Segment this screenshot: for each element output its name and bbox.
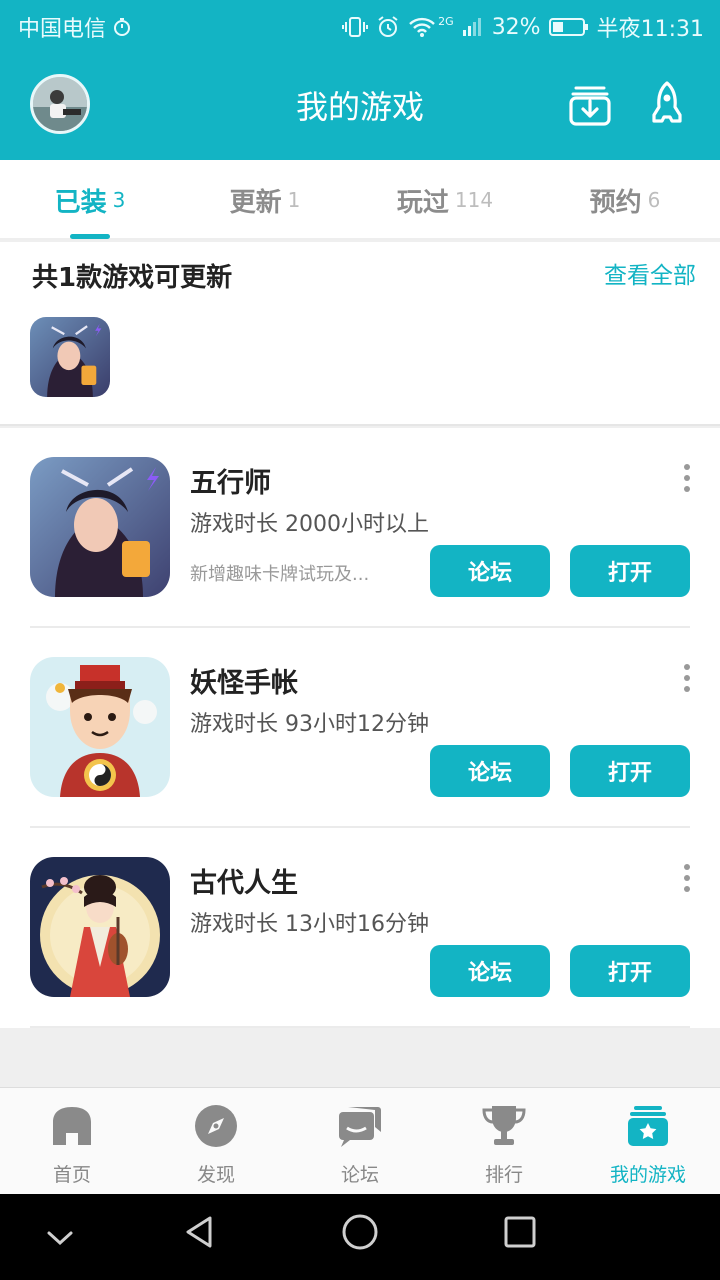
nav-label: 首页 <box>52 1164 91 1186</box>
game-name: 五行师 <box>190 468 271 499</box>
battery-percent: 32% <box>491 14 541 40</box>
open-button[interactable]: 打开 <box>570 745 690 797</box>
timer-icon <box>114 18 131 36</box>
battery-icon <box>548 18 588 36</box>
chevron-down-icon[interactable] <box>44 1222 76 1254</box>
game-icon[interactable] <box>30 657 170 797</box>
bottom-nav: 首页 发现 论坛 排行 我的游戏 <box>0 1087 720 1194</box>
update-note: 新增趣味卡牌试玩及... <box>190 564 370 585</box>
system-nav-bar <box>0 1194 720 1280</box>
nav-home[interactable]: 首页 <box>0 1088 144 1195</box>
tab-label: 更新 <box>229 187 282 218</box>
wuxingshi-art <box>30 317 110 397</box>
tab-label: 已装 <box>54 187 107 218</box>
gudairensheng-art <box>30 857 170 997</box>
nav-discover[interactable]: 发现 <box>144 1088 288 1195</box>
compass-icon <box>195 1105 237 1147</box>
tab-updates[interactable]: 更新 1 <box>175 160 355 240</box>
active-tab-indicator <box>70 234 110 239</box>
play-time: 游戏时长 13小时16分钟 <box>190 912 429 937</box>
game-icon[interactable] <box>30 457 170 597</box>
game-list: 五行师 游戏时长 2000小时以上 新增趣味卡牌试玩及... 论坛 打开 妖怪手… <box>0 428 720 1028</box>
tab-count: 114 <box>454 188 494 212</box>
nav-label: 发现 <box>196 1164 235 1186</box>
nav-my-games[interactable]: 我的游戏 <box>576 1088 720 1195</box>
nav-label: 我的游戏 <box>609 1164 686 1186</box>
tab-count: 6 <box>647 188 661 212</box>
nav-forum[interactable]: 论坛 <box>288 1088 432 1195</box>
play-time: 游戏时长 2000小时以上 <box>190 512 429 537</box>
back-icon[interactable] <box>182 1214 218 1250</box>
tab-count: 1 <box>287 188 301 212</box>
app-header: 我的游戏 <box>0 50 720 160</box>
view-all-link[interactable]: 查看全部 <box>604 256 696 290</box>
carrier-label: 中国电信 <box>18 17 107 42</box>
trophy-icon <box>482 1106 526 1145</box>
clock: 半夜11:31 <box>596 17 704 42</box>
home-circle-icon[interactable] <box>341 1213 379 1251</box>
tab-installed[interactable]: 已装 3 <box>0 160 180 240</box>
tab-bar: 已装 3 更新 1 玩过 114 预约 6 <box>0 160 720 240</box>
game-icon[interactable] <box>30 857 170 997</box>
network-type: 2G <box>438 14 454 28</box>
more-options-icon[interactable] <box>672 660 702 696</box>
game-row[interactable]: 妖怪手帐 游戏时长 93小时12分钟 论坛 打开 <box>0 628 720 828</box>
alarm-icon <box>378 16 398 37</box>
vibrate-icon <box>342 17 369 37</box>
home-icon <box>53 1107 91 1145</box>
play-time: 游戏时长 93小时12分钟 <box>190 712 429 737</box>
open-button[interactable]: 打开 <box>570 545 690 597</box>
open-button[interactable]: 打开 <box>570 945 690 997</box>
my-games-icon <box>628 1106 668 1146</box>
tab-label: 预约 <box>589 187 642 218</box>
forum-button[interactable]: 论坛 <box>430 945 550 997</box>
forum-button[interactable]: 论坛 <box>430 745 550 797</box>
forum-button[interactable]: 论坛 <box>430 545 550 597</box>
game-row[interactable]: 古代人生 游戏时长 13小时16分钟 论坛 打开 <box>0 828 720 1028</box>
update-game-icon[interactable] <box>30 317 110 397</box>
tab-count: 3 <box>112 188 126 212</box>
rocket-icon <box>652 81 682 123</box>
wuxingshi-art <box>30 457 170 597</box>
more-options-icon[interactable] <box>672 860 702 896</box>
download-icon <box>569 86 611 126</box>
game-name: 古代人生 <box>190 868 298 899</box>
game-name: 妖怪手帐 <box>190 668 298 699</box>
recent-apps-icon[interactable] <box>503 1215 537 1249</box>
game-row[interactable]: 五行师 游戏时长 2000小时以上 新增趣味卡牌试玩及... 论坛 打开 <box>0 428 720 628</box>
signal-icon <box>462 18 481 36</box>
download-manager-button[interactable] <box>566 80 614 128</box>
nav-label: 排行 <box>484 1164 523 1186</box>
speedup-button[interactable] <box>643 80 691 128</box>
tab-label: 玩过 <box>396 187 449 218</box>
more-options-icon[interactable] <box>672 460 702 496</box>
tab-played[interactable]: 玩过 114 <box>355 160 535 240</box>
tab-reserved[interactable]: 预约 6 <box>535 160 715 240</box>
chat-icon <box>339 1107 381 1147</box>
yaoguai-art <box>30 657 170 797</box>
update-count-title: 共1款游戏可更新 <box>32 263 233 293</box>
row-divider <box>30 1026 690 1028</box>
nav-label: 论坛 <box>340 1164 379 1186</box>
update-section: 共1款游戏可更新 查看全部 <box>0 242 720 426</box>
nav-ranking[interactable]: 排行 <box>432 1088 576 1195</box>
wifi-icon <box>409 17 436 37</box>
status-bar: 中国电信 2G 32% 半夜11:31 <box>0 0 720 50</box>
